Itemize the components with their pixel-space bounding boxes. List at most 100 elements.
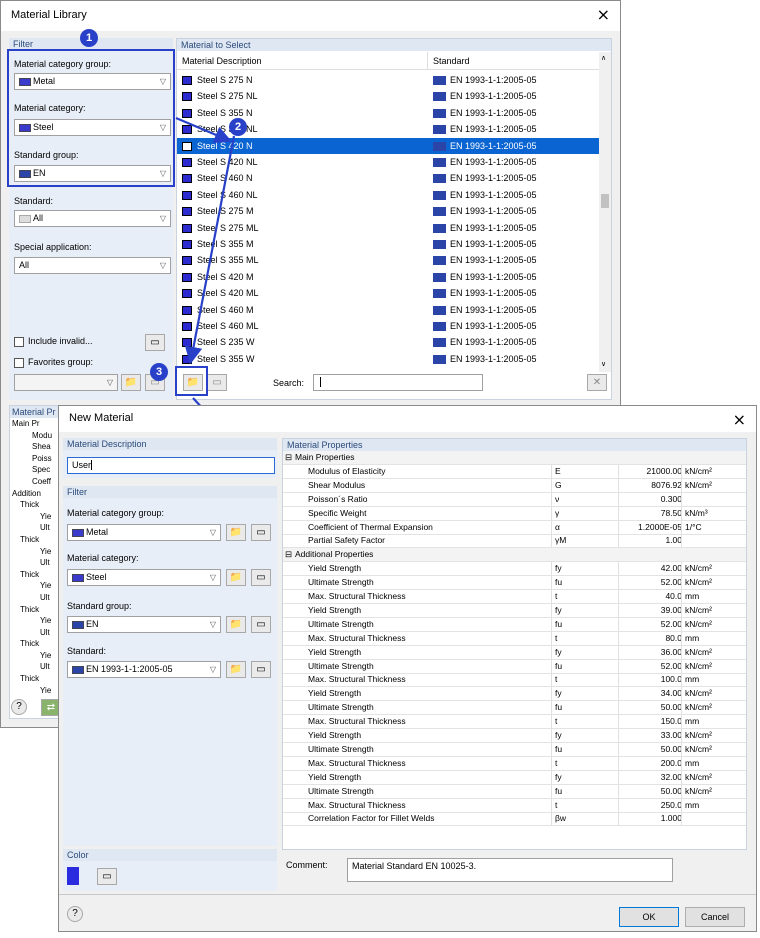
property-row[interactable]: Yield Strength fy 32.00 kN/cm² — [283, 770, 746, 785]
property-value[interactable]: 250.0 — [661, 799, 682, 812]
new-material-close-icon[interactable]: × — [733, 410, 746, 429]
property-value[interactable]: 50.00 — [661, 701, 682, 714]
property-row[interactable]: Ultimate Strength fu 50.00 kN/cm² — [283, 742, 746, 757]
comment-input[interactable]: Material Standard EN 10025-3. — [347, 858, 673, 882]
color-swatch[interactable] — [67, 867, 79, 885]
cell-divider — [618, 701, 619, 715]
property-name: Ultimate Strength — [308, 660, 374, 671]
property-row[interactable]: Max. Structural Thickness t 250.0 mm — [283, 798, 746, 813]
property-value[interactable]: 52.00 — [661, 576, 682, 589]
cell-divider — [681, 770, 682, 784]
edit-cat-group-button[interactable]: ▭ — [251, 524, 271, 541]
property-value[interactable]: 78.50 — [661, 507, 682, 520]
property-row[interactable]: Yield Strength fy 36.00 kN/cm² — [283, 645, 746, 660]
property-name: Yield Strength — [308, 563, 362, 574]
cell-divider — [681, 729, 682, 742]
property-value[interactable]: 200.0 — [661, 757, 682, 770]
property-value[interactable]: 52.00 — [661, 618, 682, 631]
collapse-icon[interactable]: ⊟ — [285, 548, 292, 561]
property-row[interactable]: Ultimate Strength fu 52.00 kN/cm² — [283, 576, 746, 591]
nm-cat-label: Material category: — [67, 553, 139, 563]
property-row[interactable]: Yield Strength fy 42.00 kN/cm² — [283, 562, 746, 577]
property-row[interactable]: Ultimate Strength fu 50.00 kN/cm² — [283, 784, 746, 799]
nm-std-combo[interactable]: EN 1993-1-1:2005-05 ▽ — [67, 661, 221, 678]
color-picker-button[interactable]: ▭ — [97, 868, 117, 885]
property-row[interactable]: Modulus of Elasticity E 21000.00 kN/cm² — [283, 464, 746, 479]
property-group[interactable]: ⊟ Main Properties — [283, 451, 746, 465]
property-value[interactable]: 40.0 — [665, 590, 682, 603]
nm-cat-combo[interactable]: Steel ▽ — [67, 569, 221, 586]
new-cat-group-button[interactable]: 📁 — [226, 524, 246, 541]
nm-std-group-value: EN — [86, 619, 99, 629]
material-description-input[interactable]: User — [67, 457, 275, 474]
property-value[interactable]: 150.0 — [661, 715, 682, 728]
property-row[interactable]: Max. Structural Thickness t 100.0 mm — [283, 673, 746, 688]
edit-std-group-button[interactable]: ▭ — [251, 616, 271, 633]
property-unit: kN/cm² — [685, 743, 712, 754]
nm-std-group-label: Standard group: — [67, 601, 132, 611]
property-group[interactable]: ⊟ Additional Properties — [283, 548, 746, 563]
nm-std-group-combo[interactable]: EN ▽ — [67, 616, 221, 633]
property-unit: kN/cm² — [685, 577, 712, 588]
collapse-icon[interactable]: ⊟ — [285, 451, 292, 464]
property-value[interactable]: 50.00 — [661, 743, 682, 756]
property-value[interactable]: 33.00 — [661, 729, 682, 742]
property-row[interactable]: Partial Safety Factor γM 1.00 — [283, 534, 746, 549]
property-value[interactable]: 52.00 — [661, 660, 682, 673]
help-icon[interactable]: ? — [67, 906, 83, 922]
property-row[interactable]: Yield Strength fy 39.00 kN/cm² — [283, 603, 746, 618]
property-row[interactable]: Specific Weight γ 78.50 kN/m³ — [283, 506, 746, 521]
property-row[interactable]: Ultimate Strength fu 52.00 kN/cm² — [283, 617, 746, 632]
property-row[interactable]: Correlation Factor for Fillet Welds βw 1.0… — [283, 812, 746, 827]
property-row[interactable]: Ultimate Strength fu 52.00 kN/cm² — [283, 659, 746, 674]
property-row[interactable]: Yield Strength fy 34.00 kN/cm² — [283, 687, 746, 702]
property-row[interactable]: Ultimate Strength fu 50.00 kN/cm² — [283, 701, 746, 716]
property-name: Yield Strength — [308, 646, 362, 657]
eu-flag-icon — [72, 665, 84, 674]
chevron-down-icon: ▽ — [209, 573, 216, 582]
property-row[interactable]: Max. Structural Thickness t 200.0 mm — [283, 756, 746, 771]
property-value[interactable]: 36.00 — [661, 646, 682, 659]
property-row[interactable]: Coefficient of Thermal Expansion α 1.2000E… — [283, 520, 746, 535]
new-material-title: New Material — [69, 412, 134, 424]
edit-std-button[interactable]: ▭ — [251, 661, 271, 678]
ok-button[interactable]: OK — [619, 907, 679, 927]
property-value[interactable]: 1.2000E-05 — [638, 521, 682, 534]
property-row[interactable]: Max. Structural Thickness t 80.0 mm — [283, 631, 746, 646]
cancel-button[interactable]: Cancel — [685, 907, 745, 927]
nm-std-value: EN 1993-1-1:2005-05 — [86, 664, 173, 674]
new-std-group-button[interactable]: 📁 — [226, 616, 246, 633]
property-row[interactable]: Shear Modulus G 8076.92 kN/cm² — [283, 478, 746, 493]
property-value[interactable]: 34.00 — [661, 687, 682, 700]
property-value[interactable]: 39.00 — [661, 604, 682, 617]
property-row[interactable]: Yield Strength fy 33.00 kN/cm² — [283, 729, 746, 743]
property-value[interactable]: 80.0 — [665, 632, 682, 645]
property-value[interactable]: 8076.92 — [651, 479, 682, 492]
property-row[interactable]: Max. Structural Thickness t 150.0 mm — [283, 715, 746, 730]
property-value[interactable]: 21000.00 — [647, 465, 682, 478]
cell-divider — [618, 784, 619, 798]
property-unit: kN/cm² — [685, 730, 712, 740]
color-header: Color — [63, 849, 277, 861]
property-value[interactable]: 100.0 — [661, 673, 682, 686]
edit-cat-button[interactable]: ▭ — [251, 569, 271, 586]
cell-divider — [551, 492, 552, 506]
property-value[interactable]: 50.00 — [661, 785, 682, 798]
property-value[interactable]: 32.00 — [661, 771, 682, 784]
property-name: Specific Weight — [308, 507, 367, 518]
property-value[interactable]: 1.00 — [665, 534, 682, 547]
cell-divider — [551, 617, 552, 631]
nm-cat-group-combo[interactable]: Metal ▽ — [67, 524, 221, 541]
property-value[interactable]: 1.000 — [661, 812, 682, 825]
property-row[interactable]: Max. Structural Thickness t 40.0 mm — [283, 590, 746, 604]
cell-divider — [551, 701, 552, 715]
property-value[interactable]: 42.00 — [661, 562, 682, 575]
chevron-down-icon: ▽ — [209, 665, 216, 674]
cell-divider — [618, 603, 619, 617]
new-std-button[interactable]: 📁 — [226, 661, 246, 678]
property-value[interactable]: 0.300 — [661, 493, 682, 506]
property-row[interactable]: Poisson´s Ratio ν 0.300 — [283, 492, 746, 507]
nm-cat-group-value: Metal — [86, 527, 109, 537]
new-cat-button[interactable]: 📁 — [226, 569, 246, 586]
nm-props-header: Material Properties — [283, 439, 746, 451]
